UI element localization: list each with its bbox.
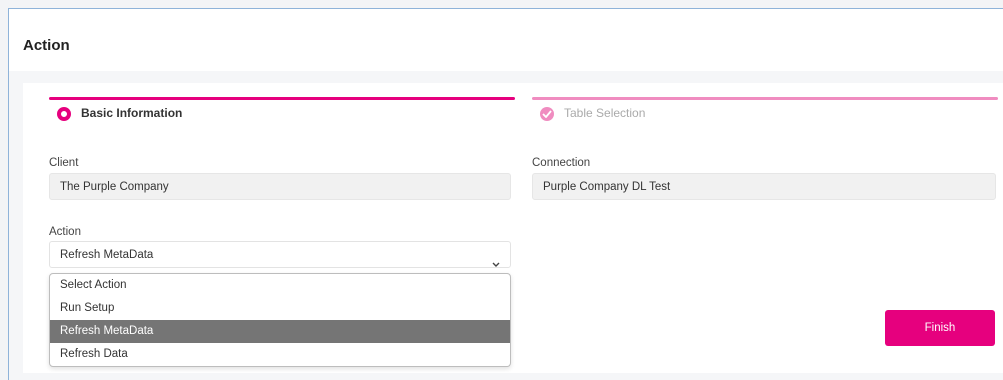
step-label: Basic Information: [81, 106, 183, 120]
check-circle-icon: [540, 107, 554, 121]
action-select[interactable]: Refresh MetaData: [49, 241, 511, 268]
finish-button[interactable]: Finish: [885, 310, 995, 346]
page-title: Action: [23, 37, 70, 54]
option-run-setup[interactable]: Run Setup: [50, 297, 510, 320]
step-table-selection[interactable]: Table Selection: [532, 97, 998, 129]
step-progress-bar: [49, 97, 515, 100]
option-select-action[interactable]: Select Action: [50, 274, 510, 297]
page-header: Action: [9, 9, 1003, 71]
app-frame: Action Basic Information Table Selection…: [8, 8, 1003, 380]
connection-field: Purple Company DL Test: [532, 173, 996, 200]
option-refresh-data[interactable]: Refresh Data: [50, 343, 510, 366]
client-label: Client: [49, 157, 79, 169]
action-label: Action: [49, 226, 81, 238]
client-field: The Purple Company: [49, 173, 511, 200]
step-progress-bar: [532, 97, 998, 100]
step-basic-information[interactable]: Basic Information: [49, 97, 515, 129]
wizard-card: Basic Information Table Selection Client…: [23, 83, 1003, 373]
action-dropdown-menu: Select Action Run Setup Refresh MetaData…: [49, 273, 511, 367]
step-label: Table Selection: [564, 106, 646, 120]
option-refresh-metadata[interactable]: Refresh MetaData: [50, 320, 510, 343]
radio-active-icon: [57, 107, 71, 121]
action-selected-value: Refresh MetaData: [60, 249, 154, 261]
connection-label: Connection: [532, 157, 591, 169]
